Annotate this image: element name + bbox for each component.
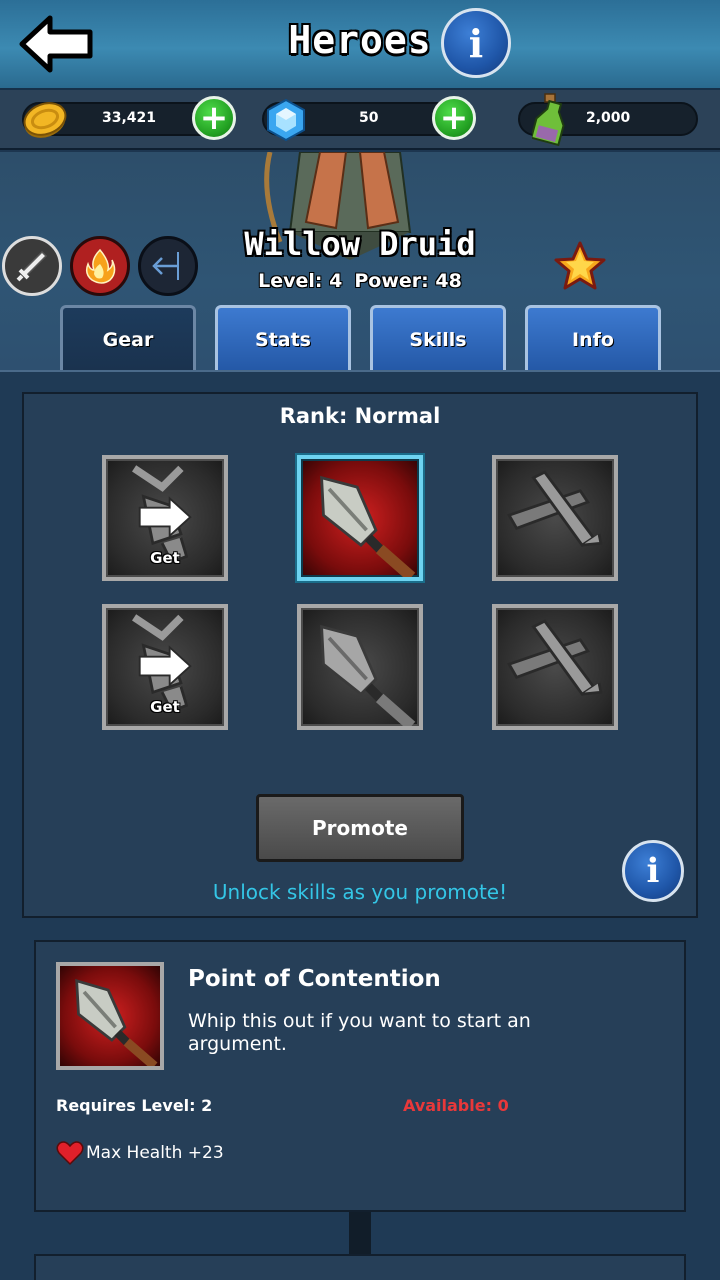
gem-amount: 50: [359, 110, 379, 126]
next-panel: [34, 1254, 686, 1280]
gear-slot-2[interactable]: [297, 455, 423, 581]
heart-icon: [56, 1141, 84, 1166]
promote-info-button[interactable]: i: [622, 840, 684, 902]
tab-info[interactable]: Info: [525, 305, 661, 371]
gear-slot-5[interactable]: [297, 604, 423, 730]
currency-bar: 33,421 50 2,000: [0, 90, 720, 150]
spear-head-icon: [75, 978, 158, 1066]
item-stat-text: Max Health +23: [86, 1143, 224, 1163]
gear-slot-4[interactable]: Get: [102, 604, 228, 730]
potion-amount: 2,000: [586, 110, 631, 126]
add-gems-button[interactable]: +: [432, 96, 476, 140]
gold-amount: 33,421: [102, 110, 157, 126]
panel-connector: [349, 1212, 371, 1256]
hero-tabs: Gear Stats Skills Info: [0, 305, 720, 371]
get-label: Get: [150, 698, 180, 716]
available-count: Available: 0: [403, 1096, 509, 1115]
gold-coin-icon: [20, 98, 70, 142]
item-description: Whip this out if you want to start an ar…: [188, 1010, 531, 1055]
item-icon: [56, 962, 164, 1070]
top-header: Heroes i: [0, 0, 720, 90]
hero-name: Willow Druid: [244, 225, 476, 263]
star-icon: [552, 240, 608, 292]
item-name: Point of Contention: [188, 966, 441, 992]
hero-level: Level: 4: [258, 270, 343, 292]
gear-slot-3[interactable]: [492, 455, 618, 581]
tab-skills[interactable]: Skills: [370, 305, 506, 371]
item-stat: Max Health +23: [56, 1140, 224, 1166]
gem-icon: [262, 96, 310, 144]
info-button[interactable]: i: [441, 8, 511, 78]
add-gold-button[interactable]: +: [192, 96, 236, 140]
tab-gear[interactable]: Gear: [60, 305, 196, 371]
crossed-bars-icon: [507, 470, 603, 548]
page-title: Heroes: [288, 18, 432, 62]
potion-icon: [530, 92, 568, 148]
requires-level: Requires Level: 2: [56, 1096, 213, 1115]
crossed-bars-icon: [507, 619, 603, 697]
get-label: Get: [150, 549, 180, 567]
hero-stats: Level: 4 Power: 48: [0, 270, 720, 292]
gear-slot-6[interactable]: [492, 604, 618, 730]
hero-power: Power: 48: [354, 270, 462, 292]
gear-slot-1[interactable]: Get: [102, 455, 228, 581]
spear-head-icon: [320, 475, 416, 577]
tab-stats[interactable]: Stats: [215, 305, 351, 371]
unlock-hint: Unlock skills as you promote!: [212, 880, 508, 904]
promote-button[interactable]: Promote: [256, 794, 464, 862]
rank-label: Rank: Normal: [279, 404, 441, 428]
spear-head-icon: [320, 624, 416, 726]
